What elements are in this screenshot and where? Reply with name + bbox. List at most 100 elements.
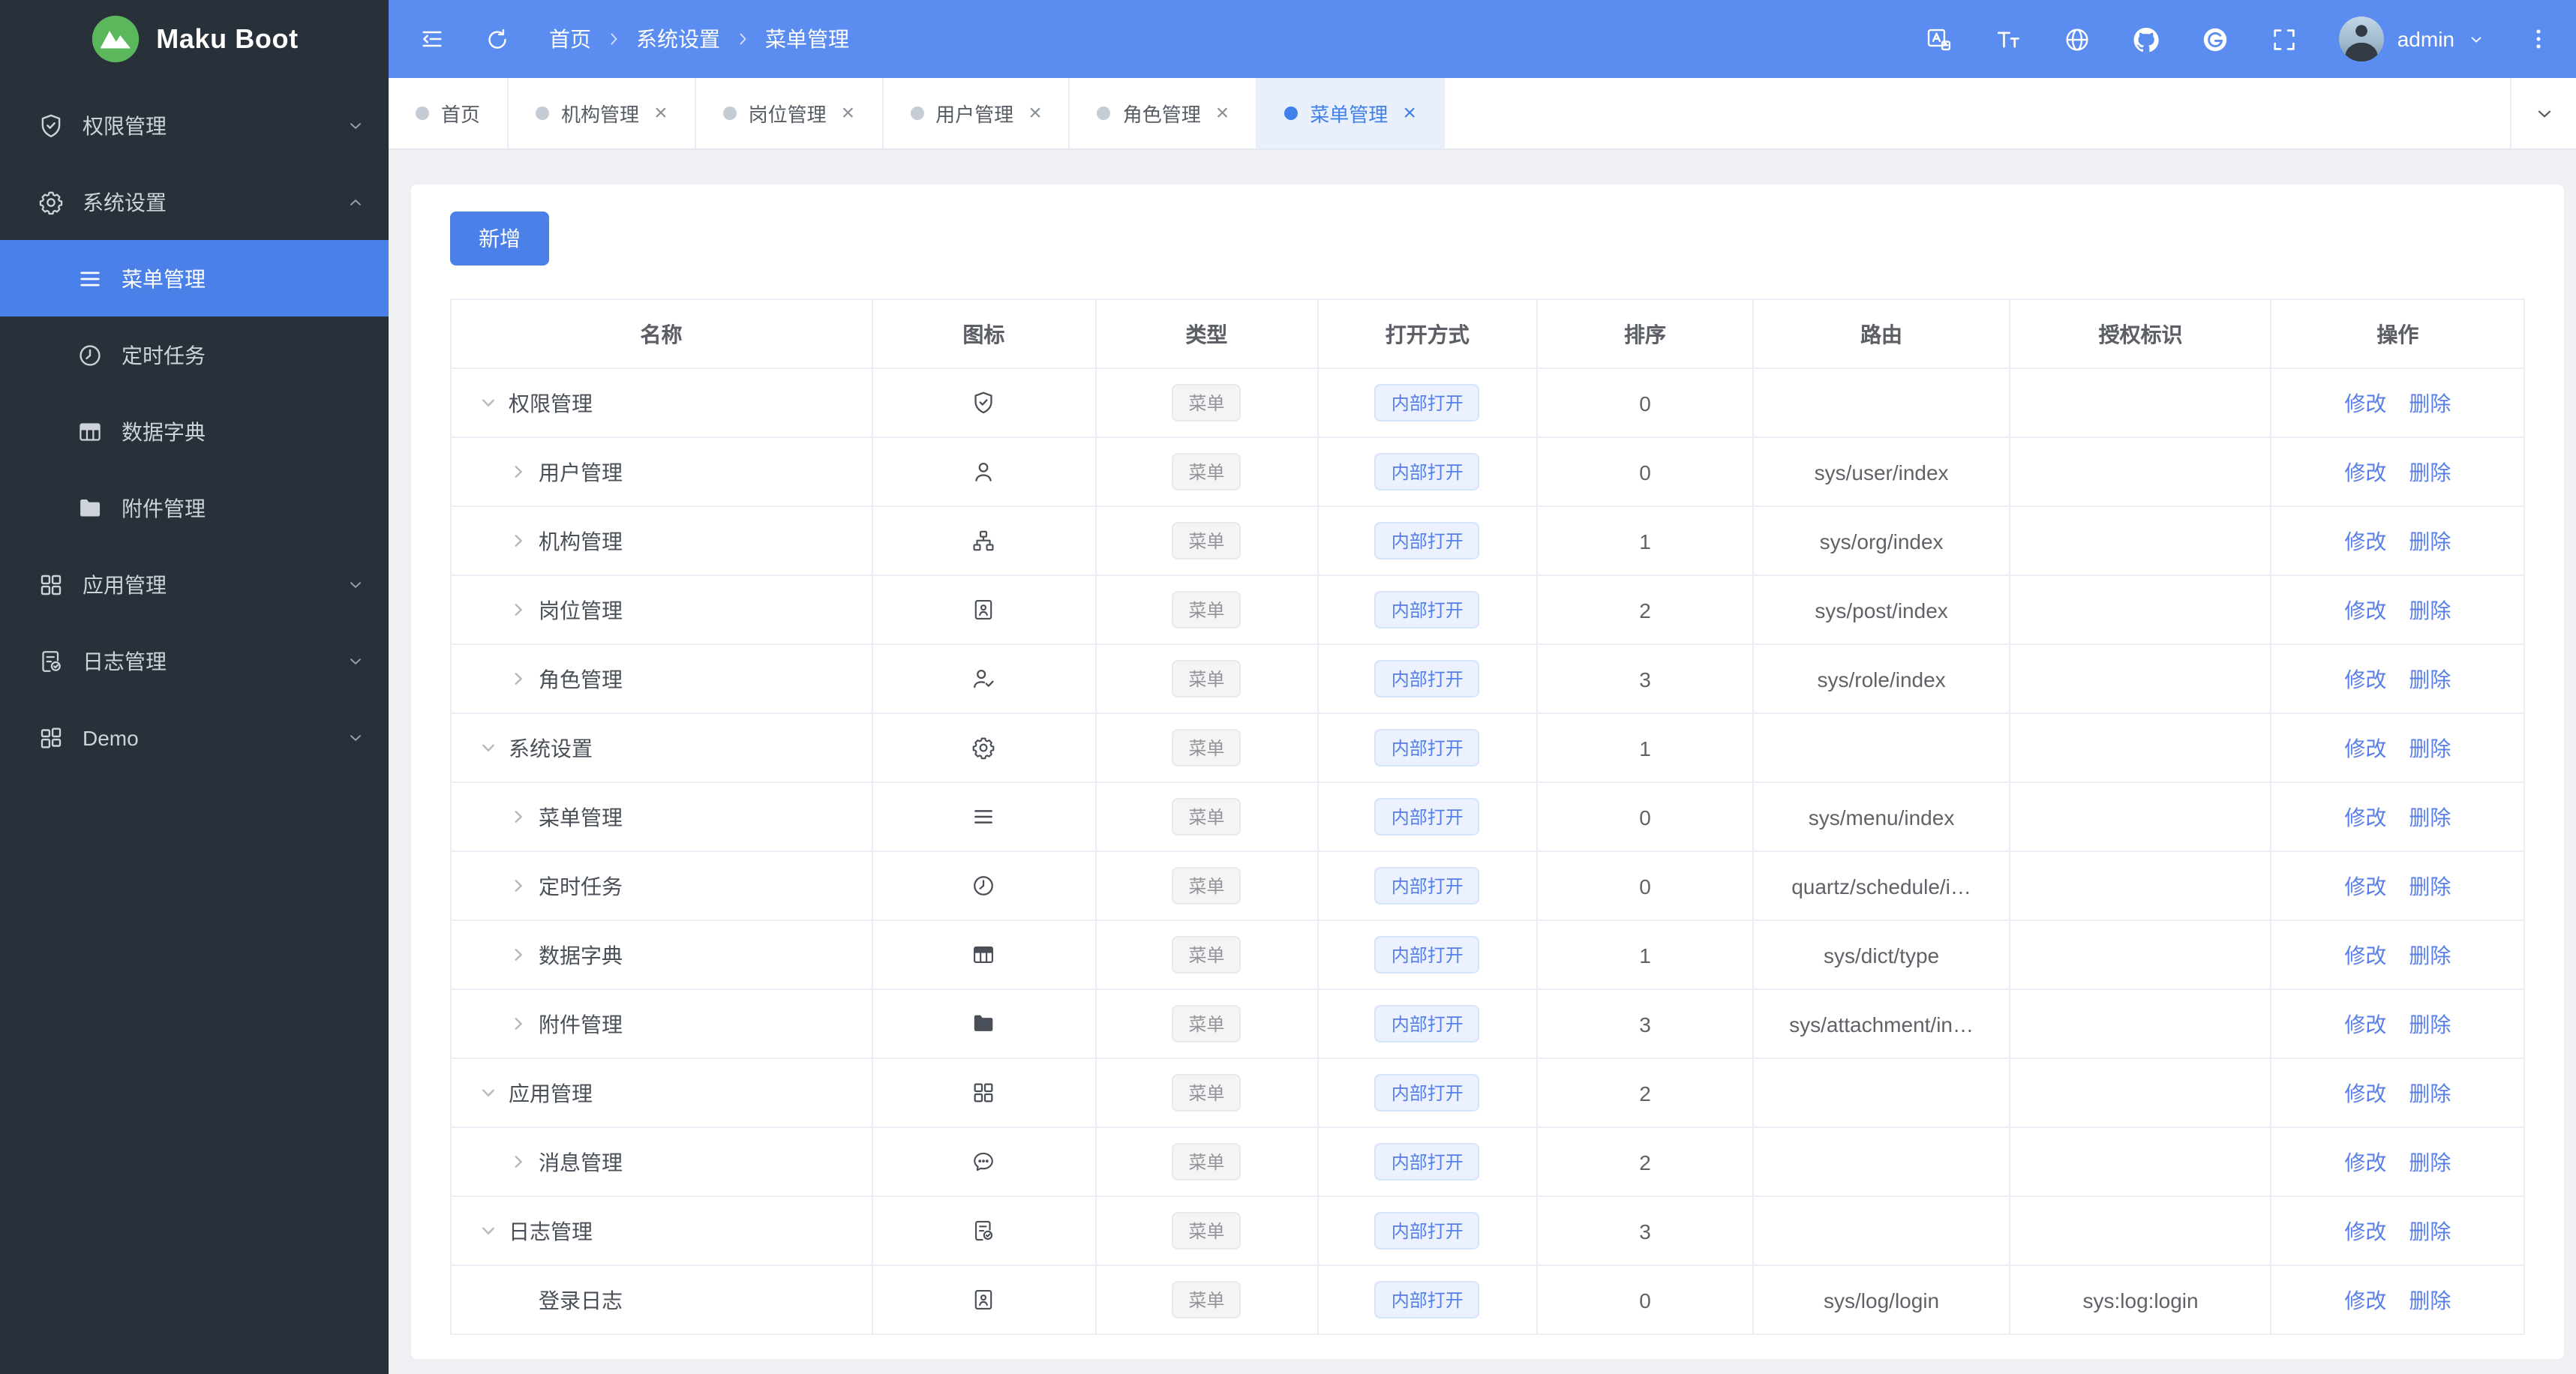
tree-toggle-icon[interactable] — [509, 600, 528, 620]
tree-toggle-icon[interactable] — [479, 738, 498, 758]
edit-link[interactable]: 修改 — [2344, 1081, 2386, 1105]
tab-close-icon[interactable]: × — [1403, 102, 1416, 124]
sidebar-item-demo[interactable]: Demo — [0, 699, 389, 776]
tab-菜单管理[interactable]: 菜单管理 × — [1257, 78, 1445, 148]
tab-岗位管理[interactable]: 岗位管理 × — [696, 78, 884, 148]
tree-toggle-icon[interactable] — [509, 462, 528, 482]
delete-link[interactable]: 删除 — [2409, 1288, 2451, 1312]
breadcrumb-item[interactable]: 系统设置 — [636, 24, 720, 54]
translate-icon[interactable] — [1925, 25, 1953, 53]
delete-link[interactable]: 删除 — [2409, 391, 2451, 415]
delete-link[interactable]: 删除 — [2409, 460, 2451, 484]
sidebar-item-label: 日志管理 — [83, 649, 167, 673]
tree-toggle-icon[interactable] — [509, 807, 528, 826]
open-mode-tag: 内部打开 — [1374, 1212, 1480, 1250]
sidebar-item-menu[interactable]: 菜单管理 — [0, 240, 389, 316]
settings-more-icon[interactable] — [2525, 26, 2552, 52]
sort-value: 1 — [1536, 506, 1754, 576]
route-value: sys/menu/index — [1752, 782, 2011, 852]
delete-link[interactable]: 删除 — [2409, 1150, 2451, 1174]
edit-link[interactable]: 修改 — [2344, 391, 2386, 415]
fullscreen-icon[interactable] — [2270, 25, 2298, 53]
user-icon — [971, 460, 996, 485]
user-menu[interactable]: admin — [2338, 16, 2484, 62]
delete-link[interactable]: 删除 — [2409, 667, 2451, 691]
edit-link[interactable]: 修改 — [2344, 805, 2386, 829]
tab-dot — [1284, 106, 1299, 120]
sidebar-item-schedule[interactable]: 定时任务 — [0, 316, 389, 393]
tab-close-icon[interactable]: × — [1028, 102, 1042, 124]
delete-link[interactable]: 删除 — [2409, 1012, 2451, 1036]
shield-check-icon — [971, 391, 996, 416]
delete-link[interactable]: 删除 — [2409, 805, 2451, 829]
tree-toggle-icon[interactable] — [509, 945, 528, 964]
user-name: admin — [2397, 27, 2454, 51]
github-icon[interactable] — [2132, 25, 2160, 53]
add-button[interactable]: 新增 — [450, 212, 549, 266]
sort-value: 1 — [1536, 712, 1754, 783]
tree-toggle-icon[interactable] — [509, 1152, 528, 1172]
tree-toggle-icon[interactable] — [479, 1221, 498, 1240]
tree-toggle-icon[interactable] — [509, 531, 528, 550]
chevron-down-icon — [2468, 31, 2484, 47]
edit-link[interactable]: 修改 — [2344, 1288, 2386, 1312]
edit-link[interactable]: 修改 — [2344, 943, 2386, 967]
edit-link[interactable]: 修改 — [2344, 1219, 2386, 1243]
user-check-icon — [971, 667, 996, 692]
breadcrumb-separator-icon — [605, 30, 623, 48]
folder-filled-icon — [77, 494, 104, 521]
refresh-icon[interactable] — [485, 26, 510, 52]
tree-toggle-icon[interactable] — [509, 1014, 528, 1034]
delete-link[interactable]: 删除 — [2409, 736, 2451, 760]
delete-link[interactable]: 删除 — [2409, 943, 2451, 967]
brand[interactable]: Maku Boot — [0, 0, 389, 78]
sidebar-item-system[interactable]: 系统设置 — [0, 164, 389, 240]
delete-link[interactable]: 删除 — [2409, 874, 2451, 898]
edit-link[interactable]: 修改 — [2344, 1012, 2386, 1036]
edit-link[interactable]: 修改 — [2344, 667, 2386, 691]
sidebar-item-apps[interactable]: 应用管理 — [0, 546, 389, 622]
open-mode-tag: 内部打开 — [1374, 936, 1480, 974]
delete-link[interactable]: 删除 — [2409, 598, 2451, 622]
menu-name: 消息管理 — [539, 1150, 623, 1174]
type-tag: 菜单 — [1172, 522, 1241, 560]
tab-用户管理[interactable]: 用户管理 × — [883, 78, 1070, 148]
edit-link[interactable]: 修改 — [2344, 460, 2386, 484]
type-tag: 菜单 — [1172, 867, 1241, 904]
edit-link[interactable]: 修改 — [2344, 736, 2386, 760]
org-icon — [971, 529, 996, 554]
tab-机构管理[interactable]: 机构管理 × — [509, 78, 696, 148]
globe-icon[interactable] — [2063, 25, 2091, 53]
edit-link[interactable]: 修改 — [2344, 1150, 2386, 1174]
font-size-icon[interactable] — [1994, 25, 2022, 53]
tree-toggle-icon[interactable] — [509, 669, 528, 688]
gitee-icon[interactable] — [2201, 25, 2229, 53]
route-value: sys/post/index — [1752, 574, 2011, 645]
edit-link[interactable]: 修改 — [2344, 598, 2386, 622]
sidebar-item-attachment[interactable]: 附件管理 — [0, 470, 389, 546]
table-row: 权限管理 菜单 内部打开 0 修改 删除 — [450, 368, 2525, 438]
sidebar-item-logs[interactable]: 日志管理 — [0, 622, 389, 699]
tree-toggle-icon[interactable] — [509, 876, 528, 896]
collapse-sidebar-icon[interactable] — [419, 26, 446, 52]
auth-value — [2009, 1126, 2272, 1197]
tab-close-icon[interactable]: × — [654, 102, 668, 124]
tab-close-icon[interactable]: × — [1216, 102, 1229, 124]
edit-link[interactable]: 修改 — [2344, 529, 2386, 553]
delete-link[interactable]: 删除 — [2409, 529, 2451, 553]
tree-toggle-icon[interactable] — [479, 393, 498, 412]
delete-link[interactable]: 删除 — [2409, 1219, 2451, 1243]
sidebar-item-permissions[interactable]: 权限管理 — [0, 87, 389, 164]
tab-角色管理[interactable]: 角色管理 × — [1070, 78, 1258, 148]
tab-close-icon[interactable]: × — [842, 102, 855, 124]
edit-link[interactable]: 修改 — [2344, 874, 2386, 898]
sidebar-item-dict[interactable]: 数据字典 — [0, 393, 389, 470]
tree-toggle-icon[interactable] — [479, 1083, 498, 1102]
grid-alt-icon — [38, 724, 65, 751]
type-tag: 菜单 — [1172, 729, 1241, 766]
delete-link[interactable]: 删除 — [2409, 1081, 2451, 1105]
tab-actions-dropdown[interactable] — [2510, 78, 2576, 148]
breadcrumb-item[interactable]: 首页 — [549, 24, 591, 54]
tab-首页[interactable]: 首页 — [389, 78, 509, 148]
chevron-icon — [347, 116, 365, 134]
